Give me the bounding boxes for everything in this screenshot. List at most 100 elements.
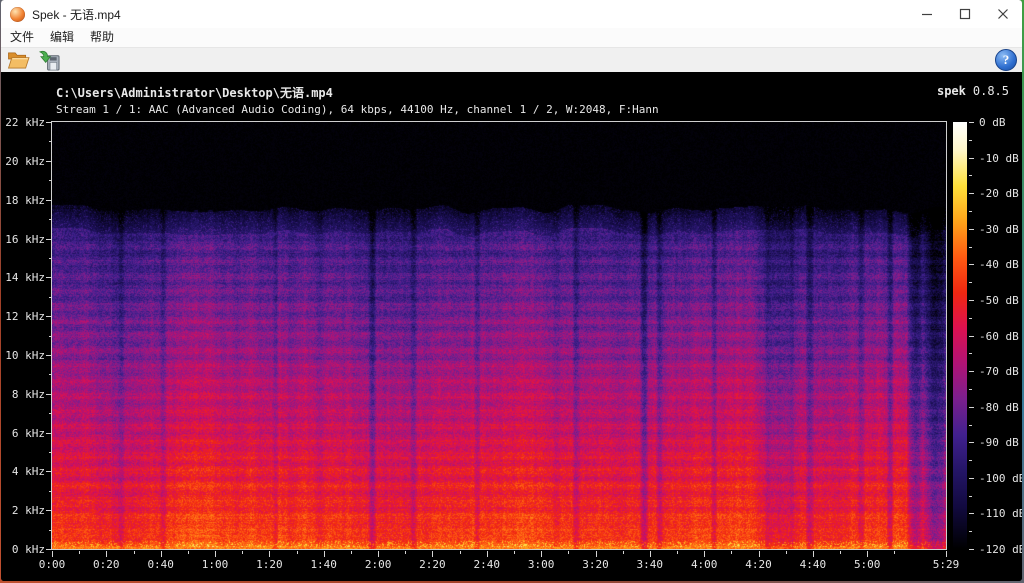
time-minor-tick — [460, 551, 461, 554]
maximize-icon — [959, 8, 971, 20]
db-major-tick — [969, 549, 974, 550]
db-major-tick — [969, 336, 974, 337]
app-brand: spek 0.8.5 — [937, 84, 1009, 98]
app-name: spek — [937, 84, 966, 98]
freq-major-tick — [46, 161, 52, 162]
time-minor-tick — [351, 551, 352, 554]
time-tick-label: 1:00 — [190, 558, 240, 571]
freq-tick-label: 6 kHz — [1, 427, 45, 440]
time-major-tick — [946, 551, 947, 557]
db-minor-tick — [969, 496, 972, 497]
db-tick-label: -80 dB — [979, 401, 1019, 414]
time-minor-tick — [731, 551, 732, 554]
freq-major-tick — [46, 239, 52, 240]
db-minor-tick — [969, 425, 972, 426]
time-major-tick — [378, 551, 379, 557]
freq-minor-tick — [49, 530, 52, 531]
spectrogram-canvas — [52, 122, 946, 549]
maximize-button[interactable] — [946, 0, 984, 28]
freq-major-tick — [46, 394, 52, 395]
app-version: 0.8.5 — [973, 84, 1009, 98]
freq-minor-tick — [49, 452, 52, 453]
plot-frame — [51, 121, 947, 550]
freq-minor-tick — [49, 413, 52, 414]
db-major-tick — [969, 264, 974, 265]
freq-major-tick — [46, 510, 52, 511]
time-minor-tick — [242, 551, 243, 554]
time-minor-tick — [134, 551, 135, 554]
time-minor-tick — [188, 551, 189, 554]
db-major-tick — [969, 229, 974, 230]
time-minor-tick — [894, 551, 895, 554]
time-tick-label: 0:20 — [81, 558, 131, 571]
time-tick-label: 3:40 — [625, 558, 675, 571]
close-button[interactable] — [984, 0, 1022, 28]
time-major-tick — [541, 551, 542, 557]
db-major-tick — [969, 193, 974, 194]
db-tick-label: 0 dB — [979, 116, 1006, 129]
db-tick-label: -70 dB — [979, 365, 1019, 378]
time-major-tick — [106, 551, 107, 557]
freq-minor-tick — [49, 141, 52, 142]
close-icon — [997, 8, 1009, 20]
freq-tick-label: 12 kHz — [1, 310, 45, 323]
db-tick-label: -50 dB — [979, 294, 1019, 307]
time-tick-label: 3:00 — [516, 558, 566, 571]
time-major-tick — [52, 551, 53, 557]
colorbar-legend — [953, 122, 967, 549]
freq-minor-tick — [49, 258, 52, 259]
db-tick-label: -20 dB — [979, 187, 1019, 200]
spectrogram-view: C:\Users\Administrator\Desktop\无语.mp4 St… — [1, 72, 1022, 581]
minimize-button[interactable] — [908, 0, 946, 28]
freq-minor-tick — [49, 297, 52, 298]
freq-minor-tick — [49, 374, 52, 375]
time-major-tick — [650, 551, 651, 557]
open-file-button[interactable] — [4, 48, 32, 72]
menu-bar: 文件 编辑 帮助 — [1, 28, 1022, 48]
time-major-tick — [704, 551, 705, 557]
db-minor-tick — [969, 282, 972, 283]
db-minor-tick — [969, 460, 972, 461]
freq-tick-label: 14 kHz — [1, 271, 45, 284]
freq-major-tick — [46, 277, 52, 278]
db-tick-label: -120 dB — [979, 543, 1022, 556]
freq-major-tick — [46, 122, 52, 123]
time-tick-label: 5:29 — [921, 558, 971, 571]
window-controls — [908, 0, 1022, 28]
freq-tick-label: 2 kHz — [1, 504, 45, 517]
time-minor-tick — [677, 551, 678, 554]
freq-tick-label: 4 kHz — [1, 465, 45, 478]
help-button[interactable]: ? — [994, 48, 1018, 72]
time-major-tick — [596, 551, 597, 557]
minimize-icon — [921, 8, 933, 20]
db-major-tick — [969, 407, 974, 408]
freq-tick-label: 22 kHz — [1, 116, 45, 129]
menu-help[interactable]: 帮助 — [82, 28, 122, 47]
db-minor-tick — [969, 140, 972, 141]
time-major-tick — [161, 551, 162, 557]
time-major-tick — [432, 551, 433, 557]
db-major-tick — [969, 122, 974, 123]
time-tick-label: 1:20 — [244, 558, 294, 571]
time-major-tick — [324, 551, 325, 557]
stream-info-text: Stream 1 / 1: AAC (Advanced Audio Coding… — [56, 103, 659, 116]
time-tick-label: 4:20 — [734, 558, 784, 571]
db-minor-tick — [969, 531, 972, 532]
time-tick-label: 1:40 — [299, 558, 349, 571]
db-major-tick — [969, 442, 974, 443]
db-major-tick — [969, 478, 974, 479]
save-icon — [38, 50, 61, 71]
time-tick-label: 5:00 — [842, 558, 892, 571]
freq-major-tick — [46, 433, 52, 434]
time-major-tick — [269, 551, 270, 557]
menu-edit[interactable]: 编辑 — [42, 28, 82, 47]
help-icon: ? — [995, 49, 1017, 71]
db-minor-tick — [969, 175, 972, 176]
db-tick-label: -100 dB — [979, 472, 1022, 485]
freq-major-tick — [46, 200, 52, 201]
save-button[interactable] — [35, 48, 63, 72]
menu-file[interactable]: 文件 — [2, 28, 42, 47]
freq-minor-tick — [49, 219, 52, 220]
db-tick-label: -30 dB — [979, 223, 1019, 236]
time-major-tick — [867, 551, 868, 557]
